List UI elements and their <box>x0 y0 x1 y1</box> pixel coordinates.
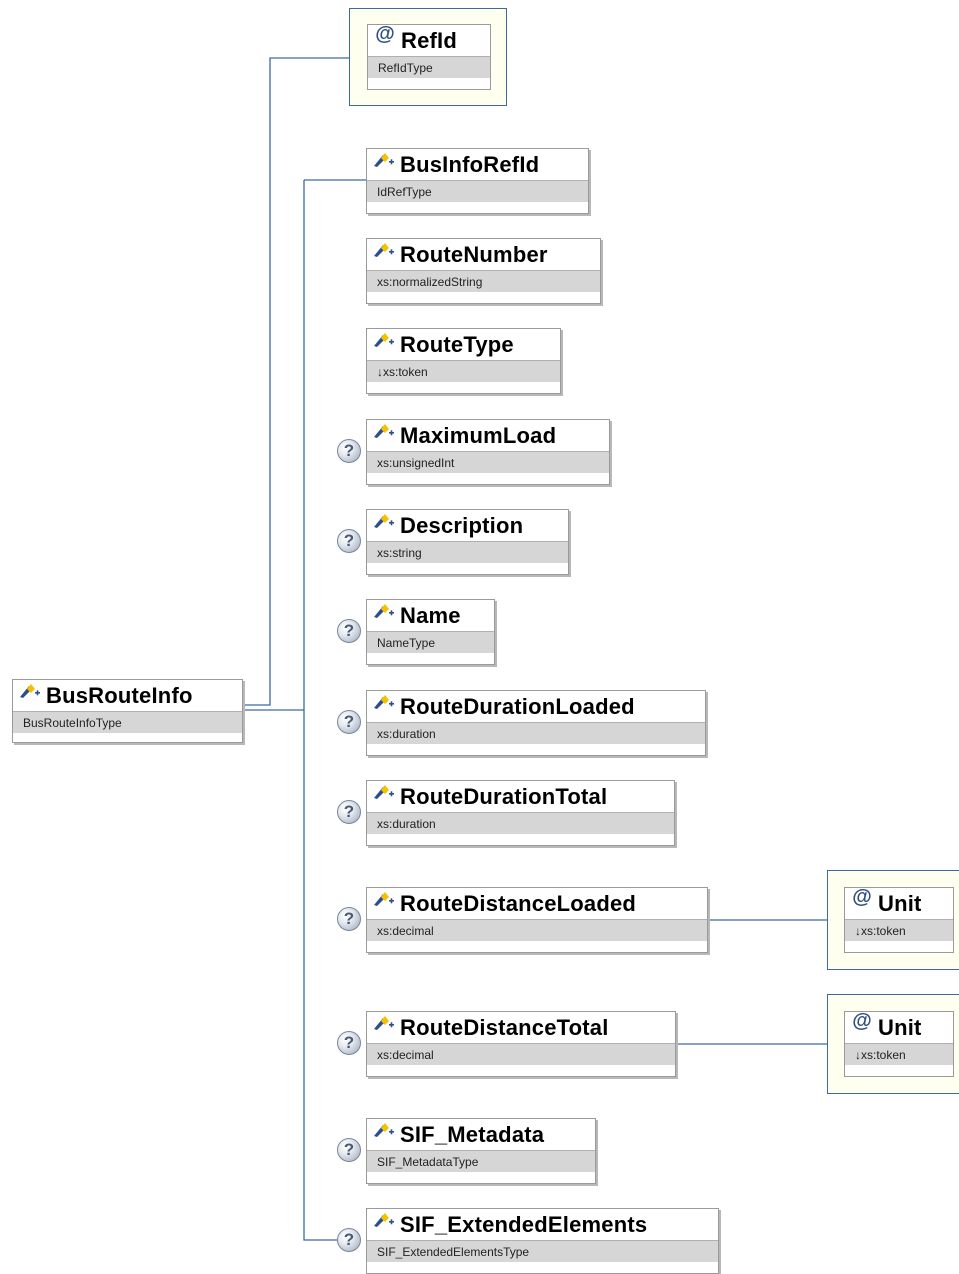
element-icon <box>374 1212 394 1227</box>
element-routedistancetotal[interactable]: RouteDistanceTotal xs:decimal <box>366 1011 676 1077</box>
element-icon <box>374 1015 394 1030</box>
element-name: RouteDistanceLoaded <box>400 890 637 916</box>
at-sign-icon: @ <box>375 23 395 45</box>
element-name: SIF_ExtendedElements <box>400 1211 648 1237</box>
element-icon <box>374 694 394 709</box>
element-name: BusRouteInfo <box>46 682 193 708</box>
attribute-group-unit: @ Unit ↓xs:token <box>827 994 959 1094</box>
element-routedurationtotal[interactable]: RouteDurationTotal xs:duration <box>366 780 675 846</box>
element-type: xs:duration <box>367 722 705 744</box>
attribute-refid[interactable]: @ RefId RefIdType <box>367 23 491 90</box>
element-icon <box>374 152 394 167</box>
element-type: xs:decimal <box>367 1043 675 1065</box>
element-name: SIF_Metadata <box>400 1121 545 1147</box>
element-icon <box>374 891 394 906</box>
element-type: IdRefType <box>367 180 588 202</box>
element-type: SIF_ExtendedElementsType <box>367 1240 718 1262</box>
question-mark-icon: ? <box>337 439 361 463</box>
at-sign-icon: @ <box>852 886 872 908</box>
element-type: xs:unsignedInt <box>367 451 609 473</box>
at-sign-icon: @ <box>852 1010 872 1032</box>
attribute-name: Unit <box>878 890 922 916</box>
element-icon <box>374 423 394 438</box>
root-element-busrouteinfo[interactable]: BusRouteInfo BusRouteInfoType <box>12 679 243 743</box>
element-name: RouteDurationLoaded <box>400 693 635 719</box>
element-maximumload[interactable]: MaximumLoad xs:unsignedInt <box>366 419 610 485</box>
element-name: Description <box>400 512 524 538</box>
element-sif-extendedelements[interactable]: SIF_ExtendedElements SIF_ExtendedElements… <box>366 1208 719 1274</box>
element-name: Name <box>400 602 461 628</box>
element-type: xs:string <box>367 541 568 563</box>
element-routetype[interactable]: RouteType ↓xs:token <box>366 328 561 394</box>
element-name: RouteType <box>400 331 514 357</box>
element-name: RouteDurationTotal <box>400 783 608 809</box>
element-sif-metadata[interactable]: SIF_Metadata SIF_MetadataType <box>366 1118 596 1184</box>
element-routenumber[interactable]: RouteNumber xs:normalizedString <box>366 238 601 304</box>
element-type: xs:duration <box>367 812 674 834</box>
attribute-group-refid: @ RefId RefIdType <box>349 8 507 106</box>
attribute-type: ↓xs:token <box>845 1043 953 1065</box>
attribute-group-unit: @ Unit ↓xs:token <box>827 870 959 970</box>
element-businforefid[interactable]: BusInfoRefId IdRefType <box>366 148 589 214</box>
element-routedistanceloaded[interactable]: RouteDistanceLoaded xs:decimal <box>366 887 708 953</box>
attribute-type: RefIdType <box>368 56 490 78</box>
question-mark-icon: ? <box>337 1228 361 1252</box>
element-icon <box>374 332 394 347</box>
question-mark-icon: ? <box>337 710 361 734</box>
question-mark-icon: ? <box>337 1031 361 1055</box>
question-mark-icon: ? <box>337 529 361 553</box>
element-name: MaximumLoad <box>400 422 557 448</box>
attribute-unit[interactable]: @ Unit ↓xs:token <box>844 886 954 953</box>
element-name: RouteDistanceTotal <box>400 1014 609 1040</box>
element-type: SIF_MetadataType <box>367 1150 595 1172</box>
element-icon <box>374 242 394 257</box>
attribute-type: ↓xs:token <box>845 919 953 941</box>
question-mark-icon: ? <box>337 619 361 643</box>
element-name[interactable]: Name NameType <box>366 599 495 665</box>
element-type: xs:decimal <box>367 919 707 941</box>
element-routedurationloaded[interactable]: RouteDurationLoaded xs:duration <box>366 690 706 756</box>
element-icon <box>374 603 394 618</box>
element-type: BusRouteInfoType <box>13 711 242 733</box>
element-type: xs:normalizedString <box>367 270 600 292</box>
attribute-name: Unit <box>878 1014 922 1040</box>
element-icon <box>20 683 40 698</box>
element-icon <box>374 1122 394 1137</box>
element-icon <box>374 513 394 528</box>
attribute-name: RefId <box>401 27 457 53</box>
element-type: ↓xs:token <box>367 360 560 382</box>
element-name: BusInfoRefId <box>400 151 540 177</box>
element-description[interactable]: Description xs:string <box>366 509 569 575</box>
element-name: RouteNumber <box>400 241 548 267</box>
question-mark-icon: ? <box>337 907 361 931</box>
question-mark-icon: ? <box>337 800 361 824</box>
attribute-unit[interactable]: @ Unit ↓xs:token <box>844 1010 954 1077</box>
element-type: NameType <box>367 631 494 653</box>
element-icon <box>374 784 394 799</box>
question-mark-icon: ? <box>337 1138 361 1162</box>
